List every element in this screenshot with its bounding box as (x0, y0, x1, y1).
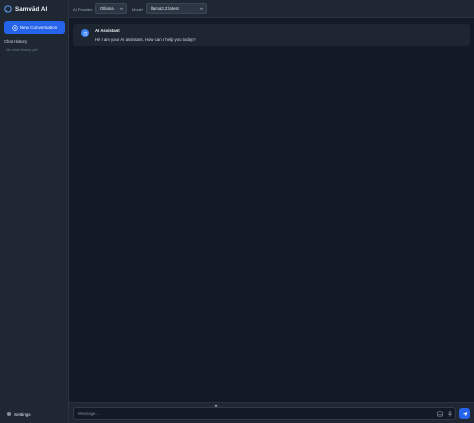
chat-history-empty: No chat history yet (6, 48, 38, 52)
send-icon (462, 411, 467, 416)
assistant-message: AI Assistant Hi! I am your AI assistant.… (73, 24, 470, 46)
new-conversation-button[interactable]: New Conversation (4, 21, 65, 34)
app-title: Samvād AI (15, 5, 48, 13)
new-conversation-label: New Conversation (19, 25, 58, 30)
provider-value: Ollama (100, 6, 114, 11)
gear-icon (6, 411, 12, 417)
model-value: llama3.2:latest (151, 6, 179, 11)
provider-select[interactable]: Ollama (95, 3, 127, 14)
message-input[interactable] (73, 407, 456, 420)
chat-history-heading: Chat History (4, 39, 28, 44)
provider-label: AI Provider (73, 7, 93, 12)
message-author: AI Assistant (95, 28, 120, 33)
model-select[interactable]: llama3.2:latest (146, 3, 207, 14)
chat-area: AI Assistant Hi! I am your AI assistant.… (69, 18, 474, 402)
sidebar: Samvād AI New Conversation Chat History … (0, 0, 69, 423)
chevron-down-icon (199, 7, 204, 10)
chevron-down-icon (119, 7, 124, 10)
message-text: Hi! I am your AI assistant. How can I he… (95, 37, 196, 42)
image-icon[interactable] (437, 411, 443, 417)
composer-bar (69, 402, 474, 423)
plus-circle-icon (12, 24, 18, 31)
microphone-icon[interactable] (447, 411, 453, 417)
model-label: Model (132, 7, 143, 12)
settings-label: Settings (14, 411, 31, 417)
assistant-avatar (81, 29, 89, 37)
send-button[interactable] (459, 408, 470, 419)
top-bar: AI Provider Ollama Model llama3.2:latest (69, 0, 474, 18)
chat-bubble-icon (4, 5, 12, 13)
bot-icon (83, 31, 87, 35)
settings-button[interactable]: Settings (6, 411, 31, 417)
brand: Samvād AI (4, 4, 47, 14)
